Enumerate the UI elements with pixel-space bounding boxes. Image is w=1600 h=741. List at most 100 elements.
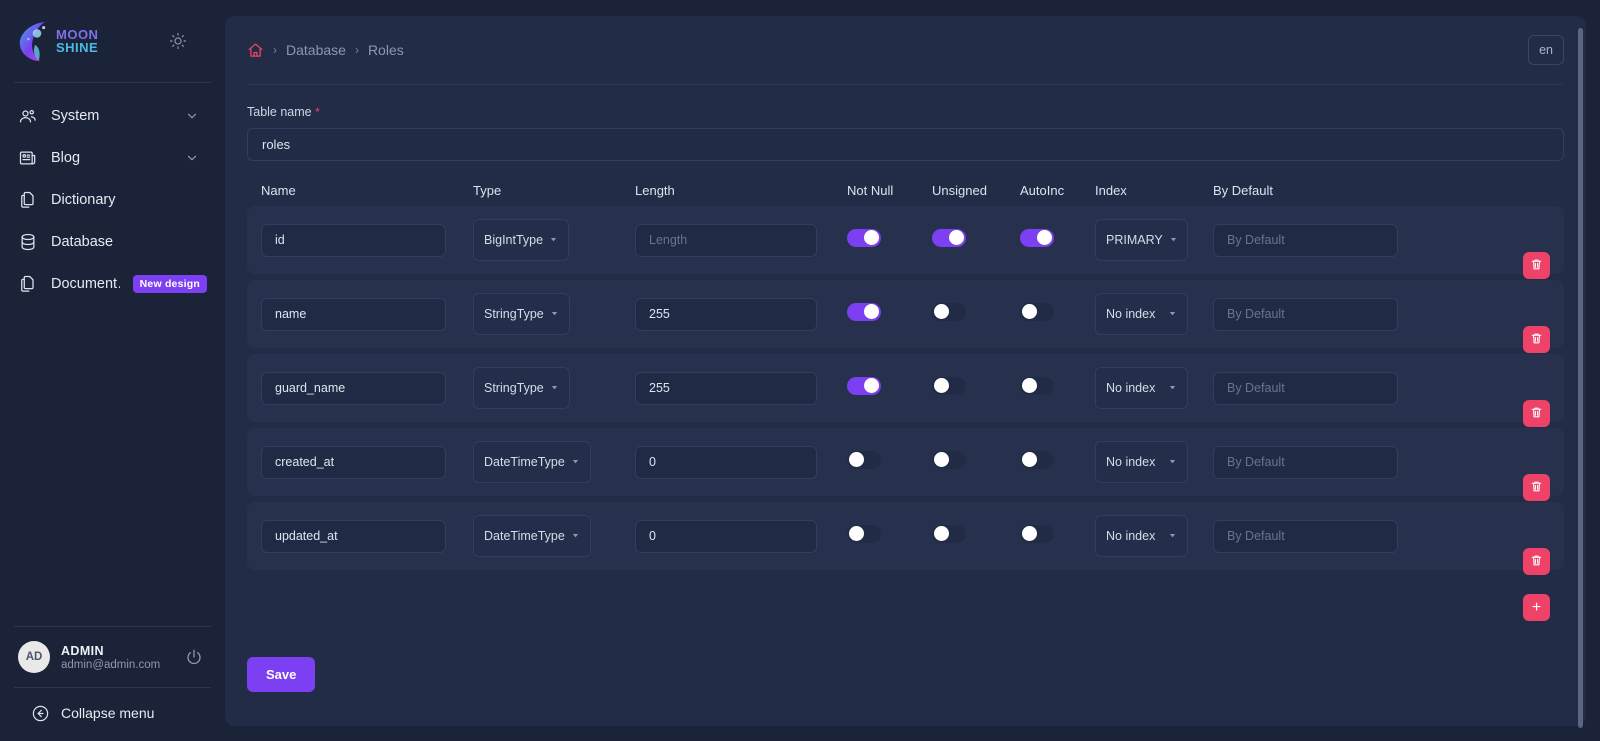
trash-icon	[1530, 258, 1543, 274]
autoinc-toggle[interactable]	[1020, 376, 1054, 395]
table-name-label: Table name *	[247, 105, 1564, 119]
column-length-input[interactable]	[635, 519, 817, 553]
column-length-input[interactable]	[635, 297, 817, 331]
language-switcher[interactable]: en	[1528, 35, 1564, 65]
not-null-toggle[interactable]	[847, 450, 881, 469]
column-header-autoinc: AutoInc	[1020, 183, 1065, 198]
column-index-select[interactable]: No index	[1095, 367, 1188, 409]
user-email: admin@admin.com	[61, 658, 161, 671]
sidebar-item-system[interactable]: System	[0, 95, 225, 137]
sidebar-item-documentation[interactable]: Document… New design	[0, 263, 225, 305]
column-length-input[interactable]	[635, 371, 817, 405]
column-default-input[interactable]	[1213, 519, 1398, 553]
save-button[interactable]: Save	[247, 657, 316, 692]
unsigned-toggle[interactable]	[932, 524, 966, 543]
column-default-input[interactable]	[1213, 297, 1398, 331]
delete-column-button[interactable]	[1523, 548, 1550, 575]
power-icon[interactable]	[185, 648, 203, 666]
column-default-input[interactable]	[1213, 371, 1398, 405]
autoinc-toggle[interactable]	[1020, 450, 1054, 469]
column-index-select[interactable]: No index	[1095, 293, 1188, 335]
not-null-toggle[interactable]	[847, 228, 881, 247]
cell-type: DateTimeType	[473, 515, 635, 557]
cell-by-default	[1213, 445, 1413, 479]
column-header-length: Length	[635, 183, 675, 198]
newspaper-icon	[18, 148, 38, 168]
column-default-input[interactable]	[1213, 223, 1398, 257]
autoinc-toggle[interactable]	[1020, 228, 1054, 247]
column-rows: BigIntType PRIMARY StringType No index Strin…	[247, 206, 1564, 576]
sidebar-header: MOON SHINE	[0, 0, 225, 74]
column-index-value: No index	[1106, 381, 1156, 395]
trash-icon	[1530, 332, 1543, 348]
cell-type: DateTimeType	[473, 441, 635, 483]
cell-autoinc	[1020, 302, 1095, 326]
collapse-menu-button[interactable]: Collapse menu	[0, 688, 225, 729]
cell-index: No index	[1095, 293, 1213, 335]
cell-name	[261, 371, 473, 405]
column-type-value: StringType	[484, 307, 544, 321]
delete-column-button[interactable]	[1523, 474, 1550, 501]
table-name-input[interactable]	[247, 128, 1564, 161]
app-logo[interactable]: MOON SHINE	[16, 18, 98, 64]
column-length-input[interactable]	[635, 223, 817, 257]
unsigned-toggle[interactable]	[932, 228, 966, 247]
chevron-down-icon	[549, 235, 558, 246]
column-type-select[interactable]: DateTimeType	[473, 441, 591, 483]
page-scrollbar[interactable]	[1578, 28, 1583, 728]
breadcrumb-item-roles[interactable]: Roles	[368, 42, 404, 58]
chevron-down-icon	[1168, 309, 1177, 320]
cell-name	[261, 297, 473, 331]
column-name-input[interactable]	[261, 223, 446, 257]
table-name-label-text: Table name	[247, 105, 312, 119]
delete-column-button[interactable]	[1523, 252, 1550, 279]
unsigned-toggle[interactable]	[932, 302, 966, 321]
column-index-select[interactable]: PRIMARY	[1095, 219, 1188, 261]
column-type-select[interactable]: StringType	[473, 367, 570, 409]
sidebar-item-label: Blog	[51, 150, 81, 166]
column-default-input[interactable]	[1213, 445, 1398, 479]
column-index-select[interactable]: No index	[1095, 441, 1188, 483]
not-null-toggle[interactable]	[847, 376, 881, 395]
chevron-down-icon	[571, 457, 580, 468]
sidebar-item-database[interactable]: Database	[0, 221, 225, 263]
topbar: › Database › Roles en	[247, 16, 1564, 84]
delete-column-button[interactable]	[1523, 326, 1550, 353]
not-null-toggle[interactable]	[847, 302, 881, 321]
cell-name	[261, 223, 473, 257]
autoinc-toggle[interactable]	[1020, 524, 1054, 543]
column-type-select[interactable]: BigIntType	[473, 219, 570, 261]
column-type-value: BigIntType	[484, 233, 544, 247]
unsigned-toggle[interactable]	[932, 450, 966, 469]
unsigned-toggle[interactable]	[932, 376, 966, 395]
autoinc-toggle[interactable]	[1020, 302, 1054, 321]
cell-unsigned	[932, 228, 1020, 252]
chevron-down-icon	[1168, 457, 1177, 468]
chevron-down-icon[interactable]	[185, 151, 199, 165]
column-length-input[interactable]	[635, 445, 817, 479]
copy-file-icon	[18, 274, 38, 294]
trash-icon	[1530, 406, 1543, 422]
breadcrumb-item-database[interactable]: Database	[286, 42, 346, 58]
column-name-input[interactable]	[261, 371, 446, 405]
column-name-input[interactable]	[261, 445, 446, 479]
sidebar-item-dictionary[interactable]: Dictionary	[0, 179, 225, 221]
not-null-toggle[interactable]	[847, 524, 881, 543]
column-name-input[interactable]	[261, 519, 446, 553]
trash-icon	[1530, 554, 1543, 570]
sidebar-item-blog[interactable]: Blog	[0, 137, 225, 179]
home-icon[interactable]	[247, 42, 264, 59]
add-row-container: +	[247, 576, 1564, 621]
add-column-button[interactable]: +	[1523, 594, 1550, 621]
column-index-value: No index	[1106, 529, 1156, 543]
sun-icon[interactable]	[167, 30, 189, 52]
column-name-input[interactable]	[261, 297, 446, 331]
column-index-select[interactable]: No index	[1095, 515, 1188, 557]
chevron-down-icon[interactable]	[185, 109, 199, 123]
column-type-select[interactable]: DateTimeType	[473, 515, 591, 557]
cell-length	[635, 445, 847, 479]
user-profile[interactable]: AD ADMIN admin@admin.com	[0, 627, 225, 687]
column-header-name: Name	[261, 183, 296, 198]
delete-column-button[interactable]	[1523, 400, 1550, 427]
column-type-select[interactable]: StringType	[473, 293, 570, 335]
